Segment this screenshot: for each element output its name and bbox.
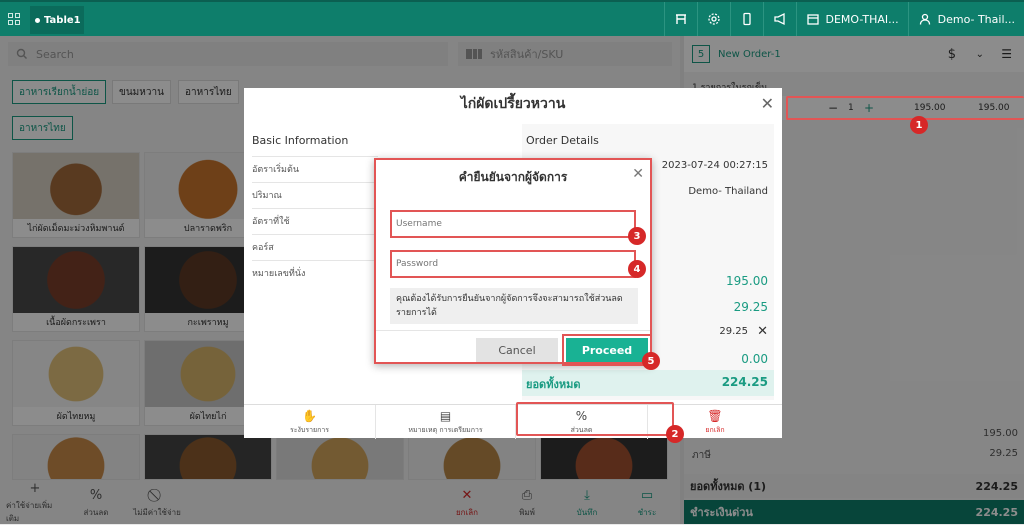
pause-item-button[interactable]: ✋ ระงับรายการ: [244, 405, 376, 439]
proceed-button-outline: Proceed: [562, 334, 652, 366]
product-actions: ✋ ระงับรายการ ▤ หมายเหตุ การเตรียมการ % ส่ว…: [244, 404, 782, 439]
shop-selector[interactable]: DEMO-THAI...: [795, 2, 908, 36]
product-title: ไก่ผัดเปรี้ยวหวาน: [460, 96, 566, 112]
order-staff: Demo- Thailand: [688, 186, 768, 197]
cancel-button[interactable]: Cancel: [476, 338, 558, 362]
table-layout-button[interactable]: [663, 2, 697, 36]
close-icon[interactable]: ✕: [632, 166, 644, 182]
annotation-badge-1: 1: [910, 116, 928, 134]
field-used-rate: อัตราที่ใช้: [252, 208, 378, 234]
tab-table1[interactable]: Table1: [30, 6, 84, 34]
annotation-box-1: [786, 96, 1024, 120]
hand-icon: ✋: [302, 408, 317, 423]
field-course: คอร์ส: [252, 234, 378, 260]
order-details-title: Order Details: [526, 134, 599, 147]
field-quantity: ปริมาณ: [252, 182, 378, 208]
shop-name: DEMO-THAI...: [825, 12, 899, 26]
user-name: Demo- Thail...: [937, 12, 1015, 26]
order-datetime: 2023-07-24 00:27:15: [661, 160, 768, 171]
settings-button[interactable]: [696, 2, 730, 36]
top-bar: Table1 DEMO-THAI... Demo- Thail...: [0, 0, 1024, 36]
table-icon: [675, 14, 686, 24]
annotation-box-2: [516, 402, 674, 436]
annotation-badge-3: 3: [628, 227, 646, 245]
username-field[interactable]: [390, 210, 636, 238]
top-right-toolbar: DEMO-THAI... Demo- Thail...: [663, 2, 1024, 36]
gear-icon: [707, 13, 720, 25]
confirm-title: คำยืนยันจากผู้จัดการ: [458, 170, 568, 184]
proceed-button[interactable]: Proceed: [566, 338, 648, 362]
detail-tax: 29.25: [733, 300, 768, 314]
confirm-note: คุณต้องได้รับการยืนยันจากผู้จัดการจึงจะส…: [390, 288, 638, 324]
basic-info-title: Basic Information: [252, 134, 349, 147]
mobile-button[interactable]: [729, 2, 763, 36]
field-seat-number: หมายเลขที่นั่ง: [252, 260, 378, 286]
announcement-button[interactable]: [762, 2, 796, 36]
detail-price: 195.00: [726, 274, 768, 288]
close-icon[interactable]: ✕: [761, 94, 774, 113]
detail-discount: 0.00: [741, 352, 768, 366]
close-icon[interactable]: ✕: [757, 324, 768, 339]
annotation-badge-4: 4: [628, 260, 646, 278]
mobile-icon: [742, 12, 751, 26]
annotation-badge-2: 2: [666, 425, 684, 443]
prep-note-button[interactable]: ▤ หมายเหตุ การเตรียมการ: [376, 405, 516, 439]
manager-confirm-modal: คำยืนยันจากผู้จัดการ ✕ คุณต้องได้รับการย…: [374, 158, 652, 366]
detail-tax-editable[interactable]: 29.25: [719, 326, 748, 337]
user-menu[interactable]: Demo- Thail...: [907, 2, 1024, 36]
active-dot-icon: [35, 17, 40, 23]
annotation-badge-5: 5: [642, 352, 660, 370]
field-base-rate: อัตราเริ่มต้น: [252, 156, 378, 182]
megaphone-icon: [773, 12, 785, 26]
user-icon: [919, 13, 930, 25]
apps-grid-icon[interactable]: [8, 13, 20, 25]
grand-total-row: ยอดทั้งหมด 224.25: [522, 370, 774, 396]
password-field[interactable]: [390, 250, 636, 278]
trash-icon: 🗑: [707, 408, 723, 423]
message-icon: ▤: [439, 408, 452, 423]
divider: [376, 330, 650, 331]
store-icon: [806, 14, 819, 25]
